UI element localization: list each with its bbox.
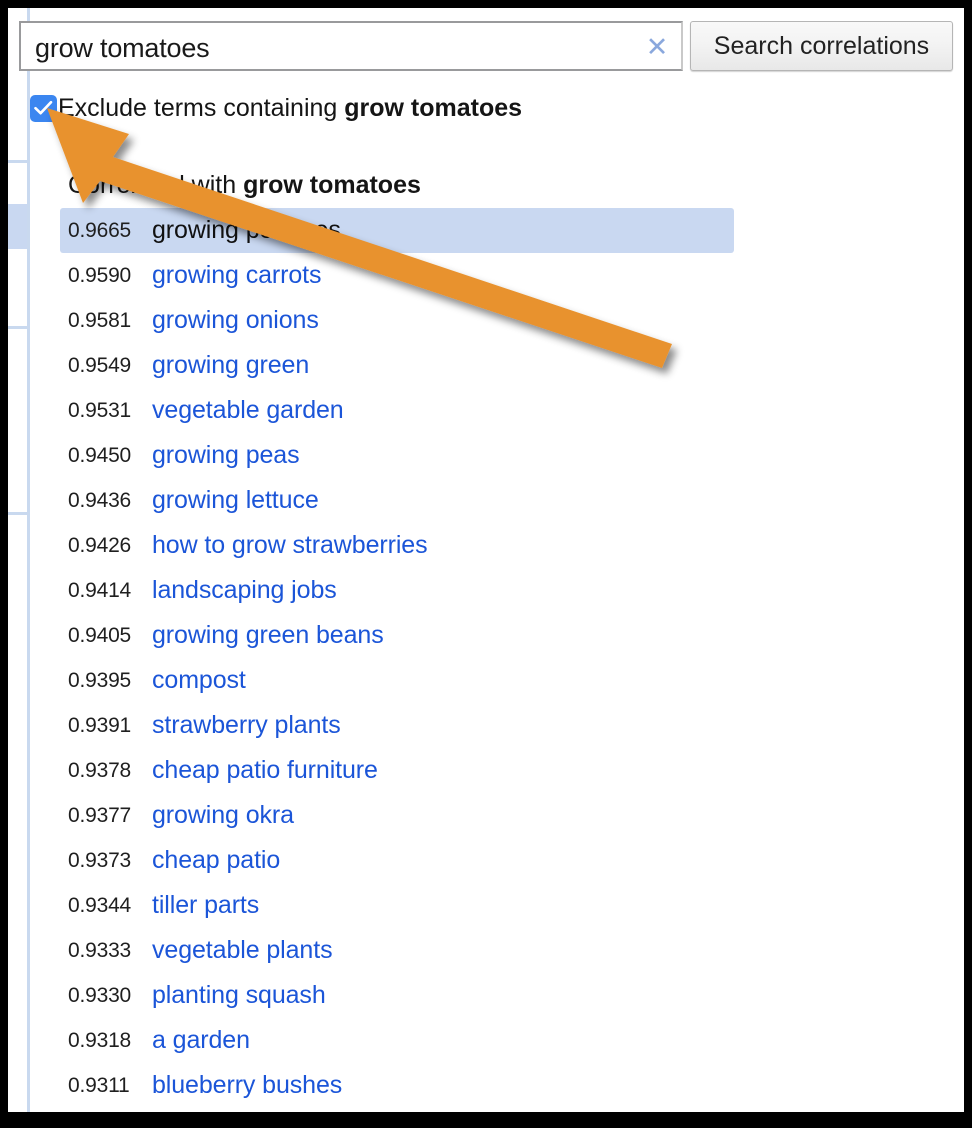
correlated-term-row[interactable]: 0.9450 growing peas xyxy=(60,433,734,478)
correlated-term-row[interactable]: 0.9330 planting squash xyxy=(60,973,734,1018)
correlation-score: 0.9426 xyxy=(68,533,132,557)
exclude-terms-row: Exclude terms containing grow tomatoes xyxy=(30,92,522,124)
correlation-score: 0.9373 xyxy=(68,848,132,872)
correlation-score: 0.9377 xyxy=(68,803,132,827)
correlation-score: 0.9395 xyxy=(68,668,132,692)
correlated-term-link[interactable]: strawberry plants xyxy=(152,711,341,740)
correlation-score: 0.9391 xyxy=(68,713,132,737)
correlated-term-link[interactable]: cheap patio xyxy=(152,846,280,875)
search-input-value: grow tomatoes xyxy=(35,33,210,63)
correlated-term-row[interactable]: 0.9581 growing onions xyxy=(60,298,734,343)
correlated-term-row[interactable]: 0.9436 growing lettuce xyxy=(60,478,734,523)
correlated-term-row[interactable]: 0.9426 how to grow strawberries xyxy=(60,523,734,568)
correlated-term-link[interactable]: vegetable plants xyxy=(152,936,333,965)
correlated-term-link[interactable]: growing green xyxy=(152,351,309,380)
correlated-term-row[interactable]: 0.9377 growing okra xyxy=(60,793,734,838)
correlated-term-row[interactable]: 0.9318 a garden xyxy=(60,1018,734,1063)
correlated-term-link[interactable]: landscaping jobs xyxy=(152,576,337,605)
correlated-term-link[interactable]: planting squash xyxy=(152,981,326,1010)
correlated-term-link[interactable]: compost xyxy=(152,666,246,695)
page-body: grow tomatoes ✕ Search correlations Excl… xyxy=(8,8,964,1112)
background-table-vertical-rule xyxy=(27,8,30,1112)
correlated-term-row[interactable]: 0.9590 growing carrots xyxy=(60,253,734,298)
search-correlations-button[interactable]: Search correlations xyxy=(690,21,953,71)
correlation-score: 0.9330 xyxy=(68,983,132,1007)
correlation-score: 0.9436 xyxy=(68,488,132,512)
background-table-horizontal-rule xyxy=(8,512,27,515)
exclude-terms-label-term: grow tomatoes xyxy=(344,94,523,122)
search-bar: grow tomatoes ✕ Search correlations xyxy=(19,21,953,71)
correlation-score: 0.9414 xyxy=(68,578,132,602)
exclude-terms-label: Exclude terms containing grow tomatoes xyxy=(58,93,522,123)
correlated-term-row[interactable]: 0.9373 cheap patio xyxy=(60,838,734,883)
correlated-term-row[interactable]: 0.9405 growing green beans xyxy=(60,613,734,658)
correlated-results-list: 0.9665 growing potatoes 0.9590 growing carr… xyxy=(60,208,820,1108)
correlation-score: 0.9531 xyxy=(68,398,132,422)
correlation-score: 0.9318 xyxy=(68,1028,132,1052)
correlated-term-link[interactable]: a garden xyxy=(152,1026,250,1055)
correlation-score: 0.9311 xyxy=(68,1073,130,1097)
correlated-results-panel: Correlated with grow tomatoes 0.9665 grow… xyxy=(60,168,820,1108)
checkmark-icon xyxy=(34,100,53,114)
correlated-term-row[interactable]: 0.9531 vegetable garden xyxy=(60,388,734,433)
screenshot-frame: grow tomatoes ✕ Search correlations Excl… xyxy=(0,0,972,1128)
correlation-score: 0.9549 xyxy=(68,353,132,377)
correlated-term-link[interactable]: growing peas xyxy=(152,441,300,470)
background-table-horizontal-rule xyxy=(8,326,27,329)
correlation-score: 0.9344 xyxy=(68,893,132,917)
correlation-score: 0.9581 xyxy=(68,308,132,332)
background-table-horizontal-rule xyxy=(8,160,27,163)
correlated-term-row[interactable]: 0.9665 growing potatoes xyxy=(60,208,734,253)
correlated-term-row[interactable]: 0.9333 vegetable plants xyxy=(60,928,734,973)
correlated-term-link[interactable]: growing green beans xyxy=(152,621,384,650)
results-heading-term: grow tomatoes xyxy=(243,171,421,199)
correlated-term-link[interactable]: growing onions xyxy=(152,306,319,335)
exclude-terms-checkbox[interactable] xyxy=(30,94,57,122)
correlated-term-link[interactable]: growing potatoes xyxy=(152,216,341,245)
background-table-highlight-fragment xyxy=(8,204,27,249)
correlated-term-row[interactable]: 0.9414 landscaping jobs xyxy=(60,568,734,613)
exclude-terms-label-prefix: Exclude terms containing xyxy=(58,94,345,122)
correlation-score: 0.9665 xyxy=(68,218,132,242)
correlated-term-link[interactable]: cheap patio furniture xyxy=(152,756,378,785)
correlated-term-link[interactable]: blueberry bushes xyxy=(152,1071,342,1100)
results-heading: Correlated with grow tomatoes xyxy=(68,168,820,202)
correlated-term-row[interactable]: 0.9344 tiller parts xyxy=(60,883,734,928)
correlated-term-link[interactable]: growing okra xyxy=(152,801,294,830)
correlated-term-row[interactable]: 0.9378 cheap patio furniture xyxy=(60,748,734,793)
search-input[interactable]: grow tomatoes ✕ xyxy=(19,21,683,71)
results-heading-prefix: Correlated with xyxy=(68,171,244,199)
correlated-term-link[interactable]: tiller parts xyxy=(152,891,259,920)
correlated-term-link[interactable]: growing lettuce xyxy=(152,486,319,515)
correlated-term-link[interactable]: vegetable garden xyxy=(152,396,344,425)
correlation-score: 0.9378 xyxy=(68,758,132,782)
correlation-score: 0.9333 xyxy=(68,938,132,962)
correlated-term-row[interactable]: 0.9391 strawberry plants xyxy=(60,703,734,748)
correlated-term-row[interactable]: 0.9311 blueberry bushes xyxy=(60,1063,734,1108)
correlation-score: 0.9405 xyxy=(68,623,132,647)
correlated-term-link[interactable]: growing carrots xyxy=(152,261,322,290)
close-x-icon[interactable]: ✕ xyxy=(643,32,671,62)
correlated-term-row[interactable]: 0.9395 compost xyxy=(60,658,734,703)
correlation-score: 0.9590 xyxy=(68,263,132,287)
correlated-term-link[interactable]: how to grow strawberries xyxy=(152,531,428,560)
correlation-score: 0.9450 xyxy=(68,443,132,467)
correlated-term-row[interactable]: 0.9549 growing green xyxy=(60,343,734,388)
